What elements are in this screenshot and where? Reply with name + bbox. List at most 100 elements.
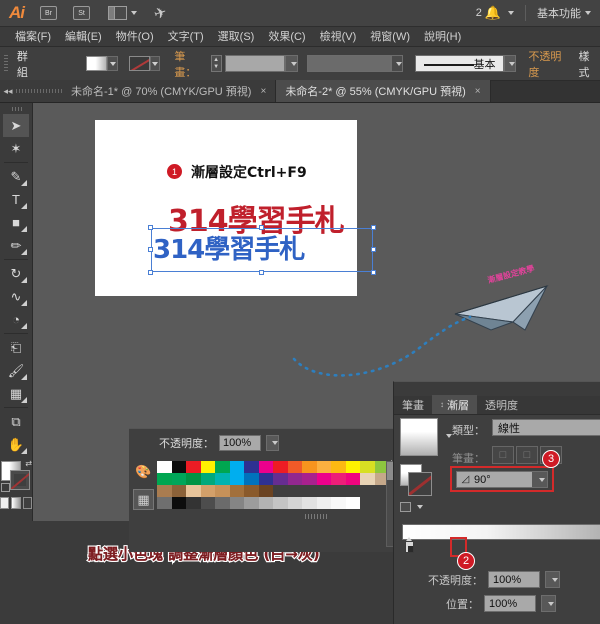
- menu-item-object[interactable]: 物件(O): [109, 27, 161, 47]
- brush-chevron-down-icon[interactable]: [503, 55, 517, 72]
- close-icon[interactable]: ×: [475, 86, 481, 97]
- color-swatch[interactable]: [345, 485, 360, 497]
- color-swatch[interactable]: [316, 461, 331, 473]
- stroke-along-icon[interactable]: □: [516, 446, 538, 464]
- swatches-grid-icon[interactable]: ▦: [133, 489, 154, 510]
- swap-fill-stroke-icon[interactable]: ⇄: [25, 459, 32, 468]
- reverse-gradient-icon[interactable]: [400, 502, 411, 512]
- control-bar-drag-handle[interactable]: [4, 54, 8, 73]
- color-swatch[interactable]: [331, 461, 346, 473]
- rectangle-tool[interactable]: ■: [3, 211, 29, 234]
- style-label[interactable]: 樣式: [578, 48, 600, 80]
- stroke-chevron-down-icon[interactable]: [149, 56, 161, 71]
- default-fill-stroke-icon[interactable]: [1, 483, 10, 492]
- brush-definition-select[interactable]: 基本: [415, 55, 504, 72]
- color-swatch[interactable]: [157, 461, 172, 473]
- close-icon[interactable]: ×: [260, 86, 266, 97]
- color-swatch[interactable]: [302, 473, 317, 485]
- color-swatch[interactable]: [244, 461, 259, 473]
- arrange-chevron-down-icon[interactable]: [131, 11, 137, 15]
- color-swatch[interactable]: [345, 497, 360, 509]
- notification-area[interactable]: 2 🔔: [476, 5, 514, 21]
- color-swatch[interactable]: [273, 473, 288, 485]
- color-swatch[interactable]: [302, 497, 317, 509]
- selection-handle[interactable]: [371, 270, 376, 275]
- menu-item-view[interactable]: 檢視(V): [313, 27, 364, 47]
- document-tab-2[interactable]: 未命名-2* @ 55% (CMYK/GPU 預視) ×: [276, 80, 491, 102]
- stock-button[interactable]: St: [73, 6, 90, 20]
- document-tab-1[interactable]: 未命名-1* @ 70% (CMYK/GPU 預視) ×: [62, 80, 277, 102]
- selected-artwork-group[interactable]: 314學習手札: [148, 225, 376, 275]
- menu-item-window[interactable]: 視窗(W): [363, 27, 417, 47]
- stroke-weight-label[interactable]: 筆畫：: [174, 48, 206, 80]
- tab-bar-drag-handle[interactable]: [16, 80, 62, 102]
- color-swatch[interactable]: [287, 497, 302, 509]
- color-swatch[interactable]: [171, 485, 186, 497]
- color-swatch[interactable]: [157, 473, 172, 485]
- menu-item-select[interactable]: 選取(S): [211, 27, 262, 47]
- color-swatch[interactable]: [316, 485, 331, 497]
- color-swatch[interactable]: [171, 497, 186, 509]
- rotate-tool[interactable]: ↻: [3, 262, 29, 285]
- color-swatch[interactable]: [186, 461, 201, 473]
- gradient-opacity-input[interactable]: 100%: [488, 571, 540, 588]
- color-swatch[interactable]: [360, 473, 375, 485]
- color-swatch[interactable]: [171, 473, 186, 485]
- status-bar-drag-handle[interactable]: [304, 514, 329, 519]
- color-swatch[interactable]: [331, 485, 346, 497]
- paper-plane-icon[interactable]: ✈: [152, 2, 169, 23]
- color-swatch[interactable]: [258, 497, 273, 509]
- selection-handle[interactable]: [148, 225, 153, 230]
- color-swatch[interactable]: [302, 461, 317, 473]
- swatches-color-grid[interactable]: [157, 461, 389, 509]
- menu-item-effect[interactable]: 效果(C): [261, 27, 312, 47]
- color-swatch[interactable]: [287, 461, 302, 473]
- menu-item-file[interactable]: 檔案(F): [8, 27, 58, 47]
- color-swatch[interactable]: [215, 473, 230, 485]
- color-swatch[interactable]: [186, 497, 201, 509]
- arrange-documents-icon[interactable]: [108, 6, 127, 20]
- type-tool[interactable]: T: [3, 188, 29, 211]
- color-swatch[interactable]: [215, 497, 230, 509]
- color-swatch[interactable]: [287, 473, 302, 485]
- paintbrush-tool[interactable]: ✏: [3, 234, 29, 257]
- color-swatch[interactable]: [157, 497, 172, 509]
- gradient-position-input[interactable]: 100%: [484, 595, 536, 612]
- color-swatch[interactable]: [345, 473, 360, 485]
- selection-handle[interactable]: [148, 247, 153, 252]
- shape-builder-tool[interactable]: ◔: [3, 308, 29, 331]
- color-swatch[interactable]: [345, 461, 360, 473]
- gradient-mode-button[interactable]: [11, 497, 21, 509]
- canvas-area[interactable]: 1 漸層設定Ctrl+F9 314學習手札 314學習手札 漸層設定教學 點選小…: [33, 103, 600, 624]
- workspace-chevron-down-icon[interactable]: [585, 11, 591, 15]
- width-tool[interactable]: ∿: [3, 285, 29, 308]
- artboard-tool[interactable]: ⧉: [3, 410, 29, 433]
- gradient-type-select[interactable]: 線性: [492, 419, 600, 436]
- color-swatch[interactable]: [229, 497, 244, 509]
- color-swatch[interactable]: [316, 497, 331, 509]
- color-swatch[interactable]: [360, 497, 375, 509]
- color-swatch[interactable]: [331, 473, 346, 485]
- menu-item-help[interactable]: 說明(H): [417, 27, 468, 47]
- selection-handle[interactable]: [259, 225, 264, 230]
- color-swatch[interactable]: [215, 461, 230, 473]
- color-palette-icon[interactable]: 🎨: [133, 461, 154, 482]
- mesh-tool[interactable]: ⎗: [3, 336, 29, 359]
- color-swatch[interactable]: [200, 497, 215, 509]
- color-swatch[interactable]: [244, 473, 259, 485]
- tab-stroke[interactable]: 筆畫: [394, 395, 432, 414]
- swatches-opacity-input[interactable]: 100%: [219, 435, 261, 451]
- reverse-chevron-down-icon[interactable]: [417, 505, 423, 509]
- selection-handle[interactable]: [371, 225, 376, 230]
- color-swatch[interactable]: [244, 485, 259, 497]
- stroke-weight-chevron-down-icon[interactable]: [285, 55, 299, 72]
- color-swatch[interactable]: [229, 461, 244, 473]
- artboard[interactable]: 1 漸層設定Ctrl+F9 314學習手札 314學習手札: [95, 120, 376, 296]
- color-swatch[interactable]: [186, 485, 201, 497]
- color-mode-button[interactable]: [0, 497, 10, 509]
- color-swatch[interactable]: [287, 485, 302, 497]
- color-swatch[interactable]: [273, 497, 288, 509]
- color-swatch[interactable]: [316, 473, 331, 485]
- gradient-angle-field[interactable]: ◿ 90°: [456, 471, 548, 488]
- bell-icon[interactable]: 🔔: [485, 5, 501, 21]
